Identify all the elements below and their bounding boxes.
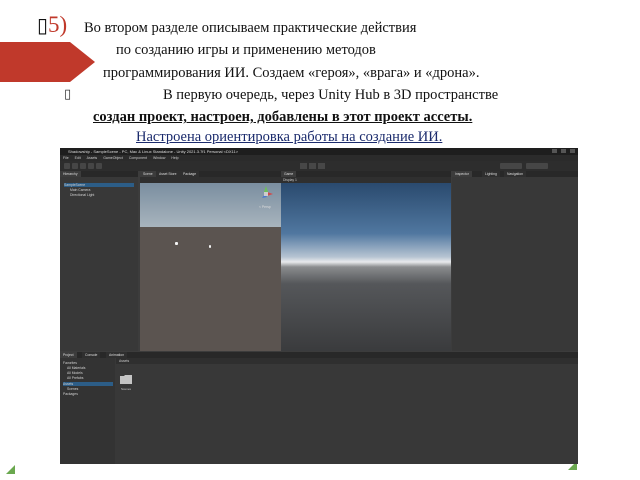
game-panel: Game Display 1 [281, 171, 451, 351]
tab-navigation[interactable]: Navigation [504, 171, 527, 177]
text-line-4: В первую очередь, через Unity Hub в 3D п… [163, 87, 499, 103]
folder-icon [120, 375, 132, 384]
pause-button[interactable] [309, 163, 316, 169]
window-titlebar: Shadowship - SampleScene - PC, Mac & Lin… [60, 148, 578, 155]
project-breadcrumb-bar: Assets [116, 358, 578, 364]
tree-item[interactable]: Scenes [67, 387, 78, 391]
light-gizmo-icon [175, 242, 178, 245]
hand-tool-icon[interactable] [64, 163, 70, 169]
toolbar [60, 161, 578, 171]
bullet-icon: ▯ [64, 86, 72, 101]
text-line-1: Во втором разделе описываем практические… [84, 20, 417, 36]
text-line-2: по созданию игры и применению методов [116, 42, 376, 58]
close-icon[interactable] [570, 149, 575, 153]
hierarchy-item[interactable]: Directional Light [70, 193, 94, 197]
tab-lighting[interactable]: Lighting [482, 171, 500, 177]
tab-inspector[interactable]: Inspector [452, 171, 472, 177]
tree-item[interactable]: All Prefabs [67, 376, 83, 380]
hierarchy-panel: Hierarchy SampleScene Main Camera Direct… [60, 171, 138, 351]
layout-dropdown[interactable] [526, 163, 548, 169]
green-triangle-icon [6, 465, 15, 474]
hierarchy-item[interactable]: Main Camera [70, 188, 90, 192]
scene-persp-label[interactable]: < Persp [259, 205, 271, 209]
text-line-5: создан проект, настроен, добавлены в это… [93, 109, 473, 125]
hierarchy-scene[interactable]: SampleScene [64, 183, 134, 187]
move-tool-icon[interactable] [72, 163, 78, 169]
step-button[interactable] [318, 163, 325, 169]
folder-item[interactable]: Scenes [120, 374, 132, 391]
scale-tool-icon[interactable] [88, 163, 94, 169]
text-line-3: программирования ИИ. Создаем «героя», «в… [103, 65, 480, 81]
project-panel: Project Console Animation Favorites All … [60, 352, 578, 464]
text-line-6-link[interactable]: Настроена ориентировка работы на создани… [136, 129, 442, 146]
breadcrumb[interactable]: Assets [119, 358, 129, 364]
layers-dropdown[interactable] [500, 163, 522, 169]
tab-hierarchy[interactable]: Hierarchy [60, 171, 81, 177]
window-title: Shadowship - SampleScene - PC, Mac & Lin… [68, 149, 239, 154]
tree-packages[interactable]: Packages [63, 392, 78, 396]
tree-favorites[interactable]: Favorites [63, 361, 77, 365]
project-tree: Favorites All Materials All Models All P… [60, 358, 115, 464]
scene-gizmo-icon[interactable] [258, 185, 274, 203]
camera-gizmo-icon [209, 245, 211, 248]
maximize-icon[interactable] [561, 149, 566, 153]
tree-item[interactable]: All Materials [67, 366, 85, 370]
play-button[interactable] [300, 163, 307, 169]
slide-number: ▯5) [37, 12, 68, 37]
tree-item[interactable]: All Models [67, 371, 83, 375]
rotate-tool-icon[interactable] [80, 163, 86, 169]
minimize-icon[interactable] [552, 149, 557, 153]
scene-panel: Scene Asset Store Package < Persp [140, 171, 281, 351]
red-arrow-shape [0, 42, 95, 82]
game-viewport [281, 183, 451, 351]
folder-label: Scenes [120, 387, 131, 391]
bullet-icon: ▯ [37, 15, 49, 37]
tree-assets[interactable]: Assets [63, 382, 113, 386]
inspector-panel: Inspector Lighting Navigation [452, 171, 578, 351]
unity-editor-screenshot: Shadowship - SampleScene - PC, Mac & Lin… [60, 148, 578, 464]
rect-tool-icon[interactable] [96, 163, 102, 169]
